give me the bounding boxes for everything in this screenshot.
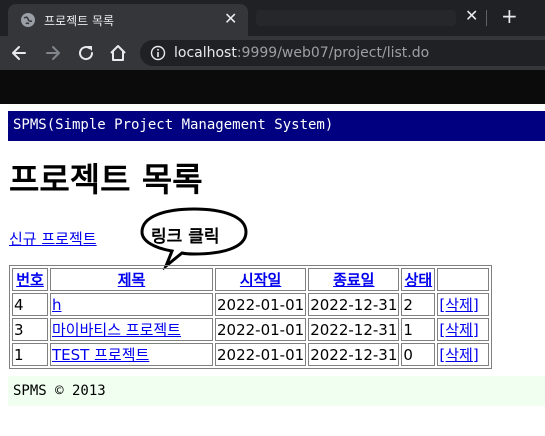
blurred-tab[interactable]	[256, 10, 456, 26]
cell-title: 마이바티스 프로젝트	[50, 318, 213, 341]
redacted-bar	[0, 70, 545, 104]
project-title-link[interactable]: 마이바티스 프로젝트	[52, 321, 181, 339]
project-title-link[interactable]: TEST 프로젝트	[52, 346, 149, 364]
new-tab-icon[interactable]: +	[501, 5, 518, 27]
table-header-row: 번호 제목 시작일 종료일 상태	[12, 268, 490, 291]
cell-end-date: 2022-12-31	[308, 318, 400, 341]
table-row: 3 마이바티스 프로젝트 2022-01-01 2022-12-31 1 [삭제…	[12, 318, 490, 341]
cell-state: 2	[401, 293, 436, 316]
tab-title: 프로젝트 목록	[44, 14, 115, 28]
sort-state-link[interactable]: 상태	[405, 271, 433, 289]
delete-link[interactable]: [삭제]	[439, 346, 478, 364]
sort-start-link[interactable]: 시작일	[240, 271, 281, 289]
home-icon[interactable]	[107, 42, 129, 64]
cell-start-date: 2022-01-01	[215, 293, 307, 316]
page-title: 프로젝트 목록	[9, 160, 203, 199]
header-cell-title: 제목	[50, 268, 213, 291]
reload-icon[interactable]	[75, 42, 97, 64]
browser-tab-strip: 프로젝트 목록 ✕ ✕ +	[0, 0, 545, 36]
cell-end-date: 2022-12-31	[308, 293, 400, 316]
url-path: :9999/web07/project/list.do	[236, 45, 430, 61]
back-arrow-icon[interactable]	[8, 42, 30, 64]
header-cell-end: 종료일	[308, 268, 400, 291]
cell-title: TEST 프로젝트	[50, 343, 213, 366]
tab-close-icon[interactable]: ✕	[224, 10, 237, 28]
cell-delete: [삭제]	[437, 343, 490, 366]
url-host: localhost	[174, 45, 237, 61]
header-cell-start: 시작일	[215, 268, 307, 291]
header-cell-state: 상태	[401, 268, 436, 291]
project-title-link[interactable]: h	[52, 296, 62, 314]
cell-start-date: 2022-01-01	[215, 343, 307, 366]
sort-title-link[interactable]: 제목	[118, 271, 146, 289]
cell-state: 0	[401, 343, 436, 366]
footer-text: SPMS © 2013	[13, 383, 106, 399]
active-tab[interactable]: 프로젝트 목록 ✕	[8, 4, 248, 36]
cell-no: 3	[12, 318, 48, 341]
site-header: SPMS(Simple Project Management System)	[8, 111, 545, 141]
annotation-text: 링크 클릭	[151, 227, 220, 247]
sort-end-link[interactable]: 종료일	[333, 271, 374, 289]
info-icon[interactable]	[150, 45, 166, 61]
delete-link[interactable]: [삭제]	[439, 321, 478, 339]
url-text[interactable]: localhost:9999/web07/project/list.do	[174, 45, 429, 61]
table-row: 1 TEST 프로젝트 2022-01-01 2022-12-31 0 [삭제]	[12, 343, 490, 366]
table-row: 4 h 2022-01-01 2022-12-31 2 [삭제]	[12, 293, 490, 316]
cell-start-date: 2022-01-01	[215, 318, 307, 341]
browser-toolbar: localhost:9999/web07/project/list.do	[0, 36, 545, 70]
header-cell-no: 번호	[12, 268, 48, 291]
cell-no: 4	[12, 293, 48, 316]
cell-title: h	[50, 293, 213, 316]
cell-state: 1	[401, 318, 436, 341]
cell-delete: [삭제]	[437, 318, 490, 341]
close-tab-icon[interactable]: ✕	[465, 7, 478, 25]
delete-link[interactable]: [삭제]	[439, 296, 478, 314]
cell-delete: [삭제]	[437, 293, 490, 316]
forward-arrow-icon[interactable]	[42, 42, 64, 64]
globe-icon	[21, 13, 35, 27]
tab-divider	[486, 10, 487, 26]
header-cell-empty	[437, 268, 490, 291]
header-text: SPMS(Simple Project Management System)	[13, 117, 334, 133]
sort-no-link[interactable]: 번호	[16, 271, 44, 289]
address-bar[interactable]: localhost:9999/web07/project/list.do	[140, 40, 545, 66]
site-footer: SPMS © 2013	[8, 376, 545, 406]
cell-end-date: 2022-12-31	[308, 343, 400, 366]
new-project-link[interactable]: 신규 프로젝트	[9, 228, 97, 249]
cell-no: 1	[12, 343, 48, 366]
project-table: 번호 제목 시작일 종료일 상태 4 h 2022-01-01 2022-12-…	[9, 265, 493, 369]
